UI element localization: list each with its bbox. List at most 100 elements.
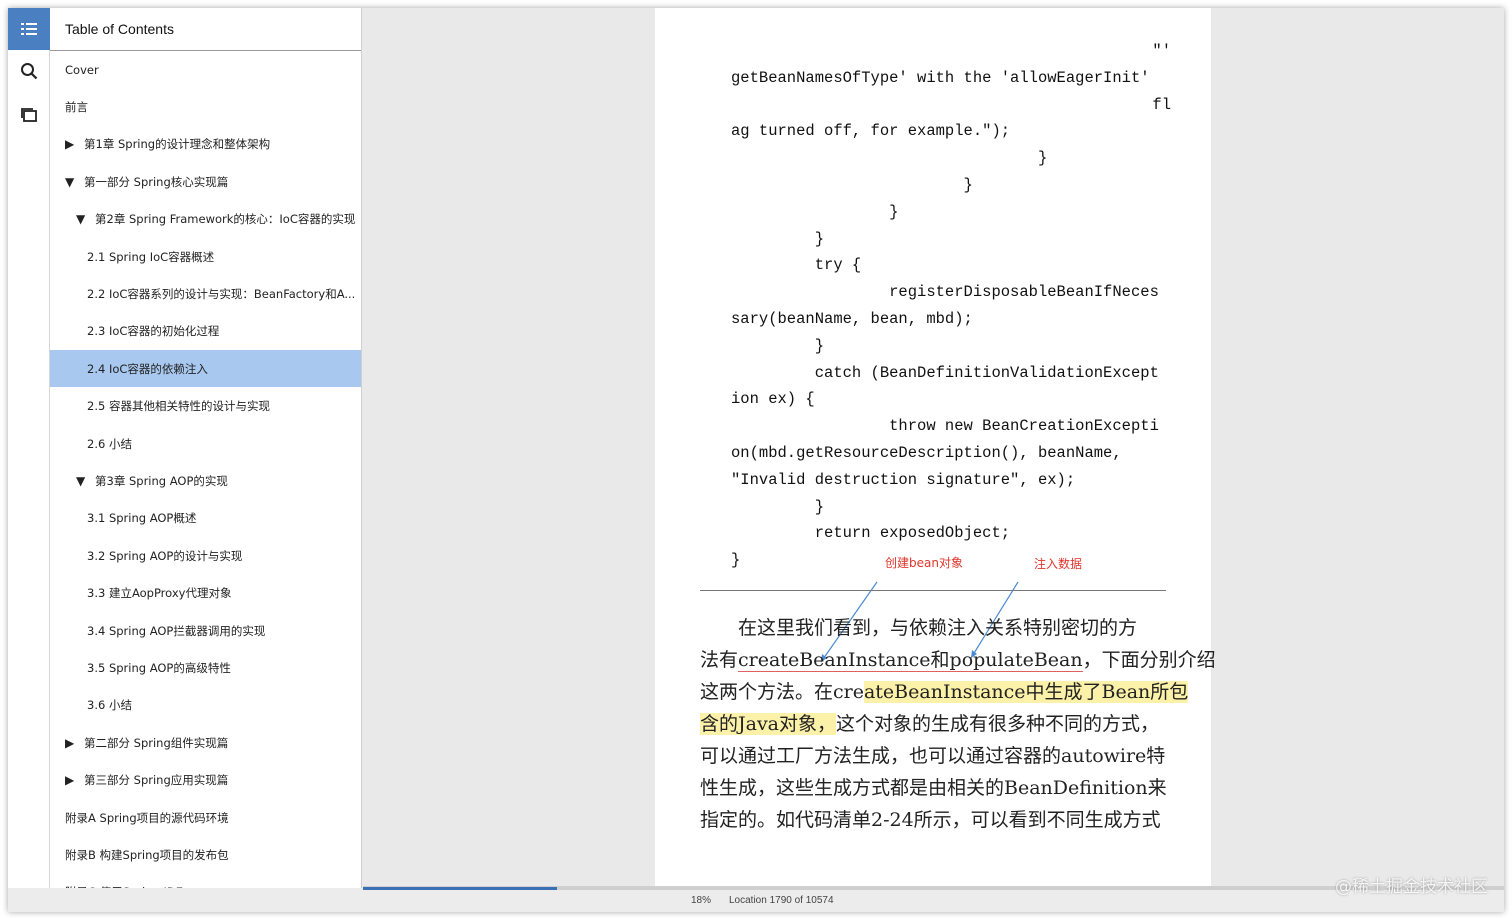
- code-line: throw new BeanCreationExcepti: [731, 417, 1159, 436]
- expand-arrow-icon[interactable]: ▶: [65, 736, 76, 750]
- toc-item[interactable]: 2.2 IoC容器系列的设计与实现：BeanFactory和A...: [50, 275, 361, 312]
- toc-item[interactable]: ▼ 第2章 Spring Framework的核心：IoC容器的实现: [50, 201, 361, 238]
- code-line: }: [731, 229, 825, 248]
- code-line: return exposedObject;: [731, 524, 1011, 543]
- toc-item-label: 第三部分 Spring应用实现篇: [84, 773, 229, 788]
- code-line: }: [731, 149, 1048, 168]
- toc-item[interactable]: 2.6 小结: [50, 425, 361, 462]
- progress-track[interactable]: [363, 887, 1504, 890]
- toc-item[interactable]: ▼ 第3章 Spring AOP的实现: [50, 462, 361, 499]
- code-line: }: [731, 336, 825, 355]
- toc-item-label: 前言: [65, 99, 88, 114]
- toc-item[interactable]: 附录B 构建Spring项目的发布包: [50, 836, 361, 873]
- toc-item[interactable]: Cover: [50, 51, 361, 88]
- paragraph-line: 法有createBeanInstance和populateBean，下面分别介绍: [700, 644, 1216, 676]
- toc-item-label: 2.3 IoC容器的初始化过程: [87, 324, 220, 339]
- collapse-arrow-icon[interactable]: ▼: [76, 212, 87, 226]
- location-indicator[interactable]: Location 1790 of 10574: [729, 895, 834, 906]
- toc-item-label: 第一部分 Spring核心实现篇: [84, 174, 229, 189]
- underlined-text[interactable]: createBeanInstance和populateBean: [738, 649, 1083, 672]
- expand-arrow-icon[interactable]: ▶: [65, 137, 76, 151]
- highlighted-text[interactable]: ateBeanInstance中生成了Bean所包: [863, 681, 1189, 703]
- left-rail: [8, 8, 50, 888]
- toc-item-label: 2.1 Spring IoC容器概述: [87, 249, 215, 264]
- toc-item[interactable]: 3.3 建立AopProxy代理对象: [50, 575, 361, 612]
- search-button[interactable]: [8, 50, 50, 92]
- toc-item-label: 2.4 IoC容器的依赖注入: [87, 361, 208, 376]
- toc-item-label: 2.5 容器其他相关特性的设计与实现: [87, 399, 270, 414]
- toc-title: Table of Contents: [50, 8, 361, 51]
- toc-item[interactable]: 3.1 Spring AOP概述: [50, 500, 361, 537]
- code-line: "': [1152, 42, 1171, 60]
- book-page: "' getBeanNamesOfType' with the 'allowEag…: [655, 8, 1216, 888]
- toc-item[interactable]: 3.2 Spring AOP的设计与实现: [50, 537, 361, 574]
- code-line: ag turned off, for example.");: [731, 122, 1011, 141]
- toc-item-label: 3.6 小结: [87, 698, 132, 713]
- toc-item-label: 第2章 Spring Framework的核心：IoC容器的实现: [95, 212, 356, 227]
- toc-item-label: 3.3 建立AopProxy代理对象: [87, 586, 232, 601]
- toc-toggle-button[interactable]: [8, 8, 50, 50]
- code-line: try {: [731, 256, 862, 275]
- code-line: ion ex) {: [731, 390, 815, 409]
- code-line: }: [731, 202, 899, 221]
- collapse-arrow-icon[interactable]: ▼: [76, 474, 87, 488]
- progress-fill: [363, 887, 557, 890]
- toc-item-label: Cover: [65, 62, 99, 77]
- status-bar: 18% Location 1790 of 10574: [363, 886, 1504, 912]
- toc-item-label: 3.5 Spring AOP的高级特性: [87, 660, 231, 675]
- flashcards-button[interactable]: [8, 94, 50, 136]
- progress-percent: 18%: [691, 895, 712, 906]
- highlighted-text[interactable]: 含的Java对象，: [700, 713, 837, 735]
- code-listing: "' getBeanNamesOfType' with the 'allowEag…: [731, 38, 1171, 574]
- annotation-inject-data: 注入数据: [1034, 557, 1083, 571]
- toc-item[interactable]: 2.3 IoC容器的初始化过程: [50, 313, 361, 350]
- text-run: ，下面分别介绍: [1082, 649, 1216, 671]
- paragraph-line: 指定的。如代码清单2-24所示，可以看到不同生成方式: [700, 809, 1161, 831]
- toc-item[interactable]: ▶ 第三部分 Spring应用实现篇: [50, 762, 361, 799]
- code-line: getBeanNamesOfType' with the 'allowEager…: [731, 68, 1150, 87]
- toc-item[interactable]: 附录A Spring项目的源代码环境: [50, 799, 361, 836]
- reading-area: "' getBeanNamesOfType' with the 'allowEag…: [363, 8, 1504, 888]
- code-line: on(mbd.getResourceDescription(), beanNam…: [731, 443, 1122, 462]
- cards-icon: [21, 108, 37, 122]
- paragraph-line: 在这里我们看到，与依赖注入关系特别密切的方: [700, 617, 1138, 639]
- toc-item[interactable]: 前言: [50, 88, 361, 125]
- code-line: "Invalid destruction signature", ex);: [731, 470, 1076, 489]
- toc-item[interactable]: ▶ 第1章 Spring的设计理念和整体架构: [50, 126, 361, 163]
- toc-item-label: 附录B 构建Spring项目的发布包: [65, 847, 229, 862]
- toc-item[interactable]: 3.4 Spring AOP拦截器调用的实现: [50, 612, 361, 649]
- sidebar-footer: [8, 888, 363, 912]
- toc-item-label: 第3章 Spring AOP的实现: [95, 473, 228, 488]
- search-icon: [21, 63, 38, 80]
- paragraph-line: 性生成，这些生成方式都是由相关的BeanDefinition来: [700, 777, 1167, 799]
- table-of-contents-panel: Table of Contents Cover 前言 ▶ 第1章 Spring的设计理…: [50, 8, 362, 888]
- code-line: }: [731, 497, 825, 516]
- toc-item[interactable]: 2.1 Spring IoC容器概述: [50, 238, 361, 275]
- toc-item[interactable]: 2.5 容器其他相关特性的设计与实现: [50, 388, 361, 425]
- toc-item-label: 2.6 小结: [87, 436, 132, 451]
- toc-item[interactable]: 附录C 使用Spring IDE: [50, 874, 361, 888]
- collapse-arrow-icon[interactable]: ▼: [65, 175, 76, 189]
- paragraph-line: 这两个方法。在createBeanInstance中生成了Bean所包: [700, 676, 1189, 708]
- section-divider: [700, 590, 1166, 591]
- toc-item-label: 第二部分 Spring组件实现篇: [84, 735, 229, 750]
- paragraph-line: 可以通过工厂方法生成，也可以通过容器的autowire特: [700, 745, 1166, 767]
- list-icon: [21, 23, 37, 35]
- body-paragraph: 在这里我们看到，与依赖注入关系特别密切的方 法有createBeanInstan…: [700, 612, 1216, 836]
- toc-item[interactable]: 3.5 Spring AOP的高级特性: [50, 649, 361, 686]
- code-line: fl: [1152, 95, 1171, 114]
- toc-item[interactable]: 2.4 IoC容器的依赖注入: [50, 350, 361, 388]
- code-line: catch (BeanDefinitionValidationExcept: [731, 363, 1159, 382]
- expand-arrow-icon[interactable]: ▶: [65, 773, 76, 787]
- annotation-create-bean: 创建bean对象: [885, 556, 963, 570]
- toc-item[interactable]: ▶ 第二部分 Spring组件实现篇: [50, 724, 361, 761]
- toc-item[interactable]: ▼ 第一部分 Spring核心实现篇: [50, 163, 361, 200]
- toc-item-label: 附录A Spring项目的源代码环境: [65, 810, 229, 825]
- code-line: sary(beanName, bean, mbd);: [731, 309, 973, 328]
- text-run: 这个对象的生成有很多种不同的方式，: [836, 713, 1160, 735]
- toc-item-label: 3.1 Spring AOP概述: [87, 511, 197, 526]
- text-run: 法有: [700, 649, 739, 671]
- toc-item-label: 2.2 IoC容器系列的设计与实现：BeanFactory和A...: [87, 286, 356, 301]
- toc-item[interactable]: 3.6 小结: [50, 687, 361, 724]
- toc-item-label: 第1章 Spring的设计理念和整体架构: [84, 137, 271, 152]
